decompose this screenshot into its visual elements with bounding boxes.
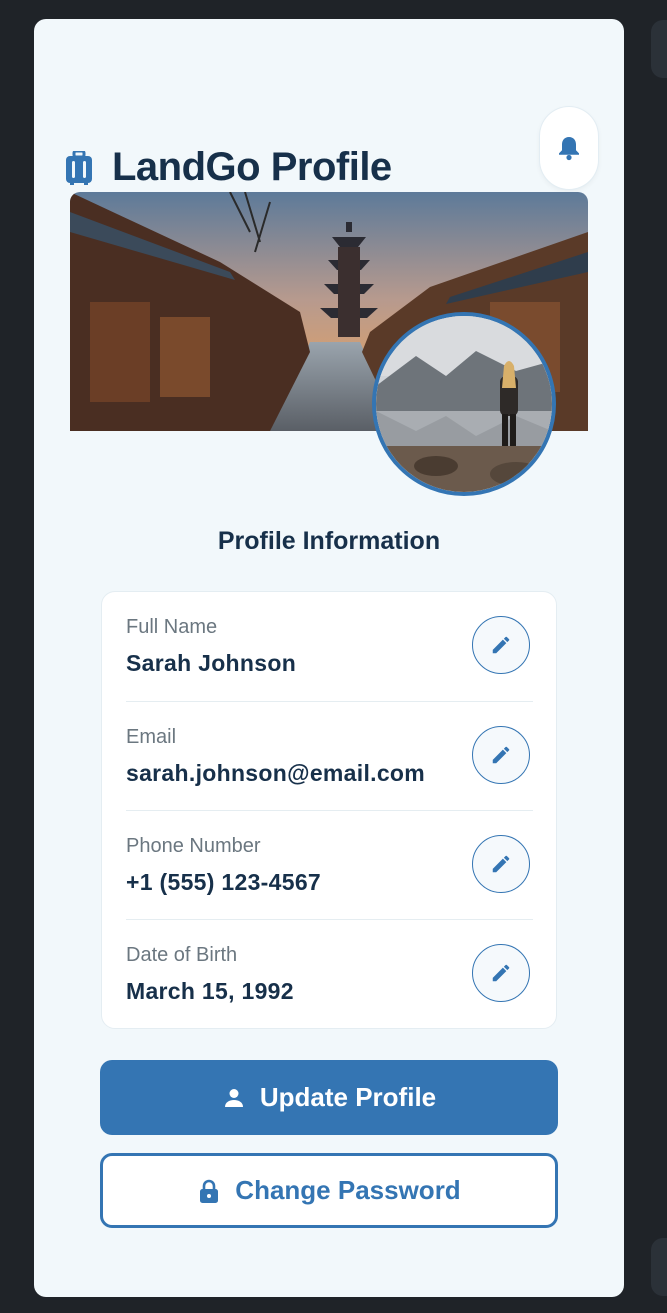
profile-info-card: Full Name Sarah Johnson Email sarah.john… bbox=[101, 591, 557, 1029]
field-label: Date of Birth bbox=[126, 944, 238, 966]
field-label: Email bbox=[126, 726, 177, 748]
field-value: Sarah Johnson bbox=[126, 650, 297, 676]
notifications-button[interactable] bbox=[540, 107, 598, 189]
update-profile-label: Update Profile bbox=[259, 1082, 437, 1112]
edit-phone-button[interactable] bbox=[472, 835, 530, 893]
pencil-icon bbox=[492, 636, 510, 654]
edit-email-button[interactable] bbox=[472, 726, 530, 784]
luggage-icon bbox=[66, 151, 92, 185]
field-label: Full Name bbox=[126, 616, 218, 638]
app-title: LandGo Profile bbox=[112, 145, 392, 189]
user-icon bbox=[224, 1088, 243, 1107]
field-value: sarah.johnson@email.com bbox=[126, 760, 426, 786]
side-panel-tab-bottom bbox=[651, 1238, 667, 1296]
edit-full-name-button[interactable] bbox=[472, 616, 530, 674]
lock-icon bbox=[200, 1179, 219, 1203]
field-label: Phone Number bbox=[126, 835, 261, 857]
profile-avatar[interactable] bbox=[372, 312, 556, 496]
change-password-button[interactable]: Change Password bbox=[100, 1153, 558, 1228]
side-panel-tab-top bbox=[651, 20, 667, 78]
field-value: March 15, 1992 bbox=[126, 978, 294, 1004]
field-full-name: Full Name Sarah Johnson bbox=[126, 592, 533, 701]
bell-icon bbox=[559, 137, 579, 161]
pencil-icon bbox=[492, 855, 510, 873]
field-email: Email sarah.johnson@email.com bbox=[126, 701, 533, 811]
profile-card: LandGo Profile Profile Information Full … bbox=[34, 19, 624, 1297]
pencil-icon bbox=[492, 964, 510, 982]
change-password-label: Change Password bbox=[235, 1175, 461, 1205]
field-date-of-birth: Date of Birth March 15, 1992 bbox=[126, 919, 533, 1029]
field-value: +1 (555) 123-4567 bbox=[126, 869, 321, 895]
edit-date-of-birth-button[interactable] bbox=[472, 944, 530, 1002]
field-phone: Phone Number +1 (555) 123-4567 bbox=[126, 810, 533, 920]
section-title: Profile Information bbox=[217, 527, 441, 555]
update-profile-button[interactable]: Update Profile bbox=[100, 1060, 558, 1135]
pencil-icon bbox=[492, 746, 510, 764]
